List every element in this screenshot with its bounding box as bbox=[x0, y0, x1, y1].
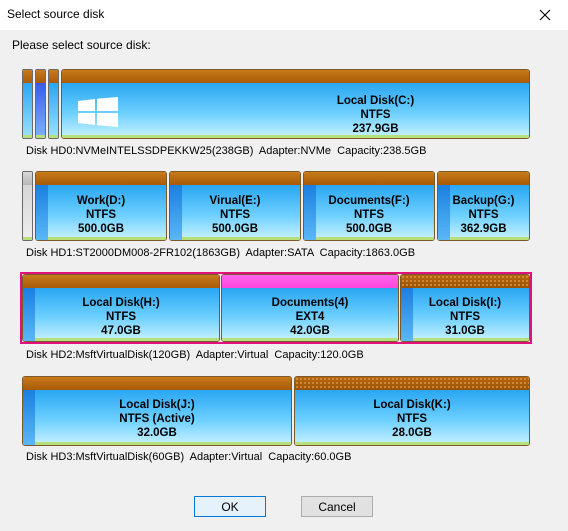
partition-fs: NTFS bbox=[396, 413, 428, 425]
partition-label: Documents(F:) bbox=[328, 195, 410, 207]
partition-fs: NTFS bbox=[105, 311, 137, 323]
partition-fs: NTFS bbox=[219, 209, 251, 221]
partition-backup-g[interactable]: Backup(G:) NTFS 362.9GB bbox=[437, 171, 530, 241]
partition-local-disk-k[interactable]: Local Disk(K:) NTFS 28.0GB bbox=[294, 376, 530, 446]
instruction-label: Please select source disk: bbox=[12, 38, 151, 52]
partition-size: 47.0GB bbox=[101, 325, 141, 337]
disk-hd1-info: Disk HD1:ST2000DM008-2FR102(1863GB) Adap… bbox=[26, 247, 416, 259]
partition-work-d[interactable]: Work(D:) NTFS 500.0GB bbox=[35, 171, 167, 241]
disk-hd3-map[interactable]: Local Disk(J:) NTFS (Active) 32.0GB Loca… bbox=[22, 376, 530, 446]
partition-fs: NTFS bbox=[353, 209, 385, 221]
partition-local-disk-c[interactable]: Local Disk(C:) NTFS 237.9GB bbox=[61, 69, 530, 139]
partition-label: Backup(G:) bbox=[452, 195, 515, 207]
cancel-button[interactable]: Cancel bbox=[301, 496, 373, 517]
partition-size: 32.0GB bbox=[137, 427, 177, 439]
partition-label: Local Disk(K:) bbox=[373, 399, 451, 411]
partition-size: 42.0GB bbox=[290, 325, 330, 337]
partition-fs: NTFS bbox=[85, 209, 117, 221]
windows-logo-icon bbox=[78, 97, 118, 127]
disk-hd0-map[interactable]: Local Disk(C:) NTFS 237.9GB bbox=[22, 69, 530, 139]
partition-size: 500.0GB bbox=[345, 223, 393, 235]
partition-documents-f[interactable]: Documents(F:) NTFS 500.0GB bbox=[303, 171, 435, 241]
partition-size: 28.0GB bbox=[392, 427, 432, 439]
partition-fs: NTFS bbox=[468, 209, 499, 221]
disk-hd1-map[interactable]: Work(D:) NTFS 500.0GB Virual(E:) NTFS 50… bbox=[22, 171, 530, 241]
partition-label: Local Disk(I:) bbox=[428, 297, 502, 309]
partition-size: 500.0GB bbox=[77, 223, 125, 235]
partition-hd0-hidden-2[interactable] bbox=[35, 69, 46, 139]
partition-local-disk-i[interactable]: Local Disk(I:) NTFS 31.0GB bbox=[400, 274, 530, 342]
disk-hd3-info: Disk HD3:MsftVirtualDisk(60GB) Adapter:V… bbox=[26, 451, 352, 463]
partition-size: 362.9GB bbox=[460, 223, 507, 235]
partition-hd0-hidden-1[interactable] bbox=[22, 69, 33, 139]
ok-button[interactable]: OK bbox=[194, 496, 266, 517]
partition-documents-4[interactable]: Documents(4) EXT4 42.0GB bbox=[221, 274, 399, 342]
partition-label: Documents(4) bbox=[271, 297, 349, 309]
partition-fs: NTFS bbox=[360, 109, 391, 121]
partition-label: Local Disk(H:) bbox=[82, 297, 160, 309]
partition-local-disk-j[interactable]: Local Disk(J:) NTFS (Active) 32.0GB bbox=[22, 376, 292, 446]
partition-label: Virual(E:) bbox=[209, 195, 261, 207]
partition-label: Local Disk(J:) bbox=[119, 399, 195, 411]
disk-hd2-info: Disk HD2:MsftVirtualDisk(120GB) Adapter:… bbox=[26, 349, 364, 361]
partition-local-disk-h[interactable]: Local Disk(H:) NTFS 47.0GB bbox=[22, 274, 220, 342]
window-title: Select source disk bbox=[7, 7, 105, 21]
partition-size: 500.0GB bbox=[211, 223, 259, 235]
disk-hd0-info: Disk HD0:NVMeINTELSSDPEKKW25(238GB) Adap… bbox=[26, 145, 427, 157]
partition-label: Local Disk(C:) bbox=[336, 95, 415, 107]
close-button[interactable] bbox=[522, 0, 568, 30]
close-icon bbox=[539, 9, 551, 21]
partition-fs: NTFS (Active) bbox=[119, 413, 195, 425]
partition-hd0-hidden-3[interactable] bbox=[48, 69, 59, 139]
partition-virual-e[interactable]: Virual(E:) NTFS 500.0GB bbox=[169, 171, 301, 241]
partition-hd1-reserved[interactable] bbox=[22, 171, 33, 241]
title-bar: Select source disk bbox=[0, 0, 568, 30]
partition-label: Work(D:) bbox=[76, 195, 126, 207]
partition-fs: NTFS bbox=[449, 311, 481, 323]
partition-size: 237.9GB bbox=[352, 123, 399, 135]
partition-fs: EXT4 bbox=[295, 311, 325, 323]
disk-hd2-map[interactable]: Local Disk(H:) NTFS 47.0GB Documents(4) … bbox=[20, 272, 532, 344]
partition-size: 31.0GB bbox=[445, 325, 485, 337]
